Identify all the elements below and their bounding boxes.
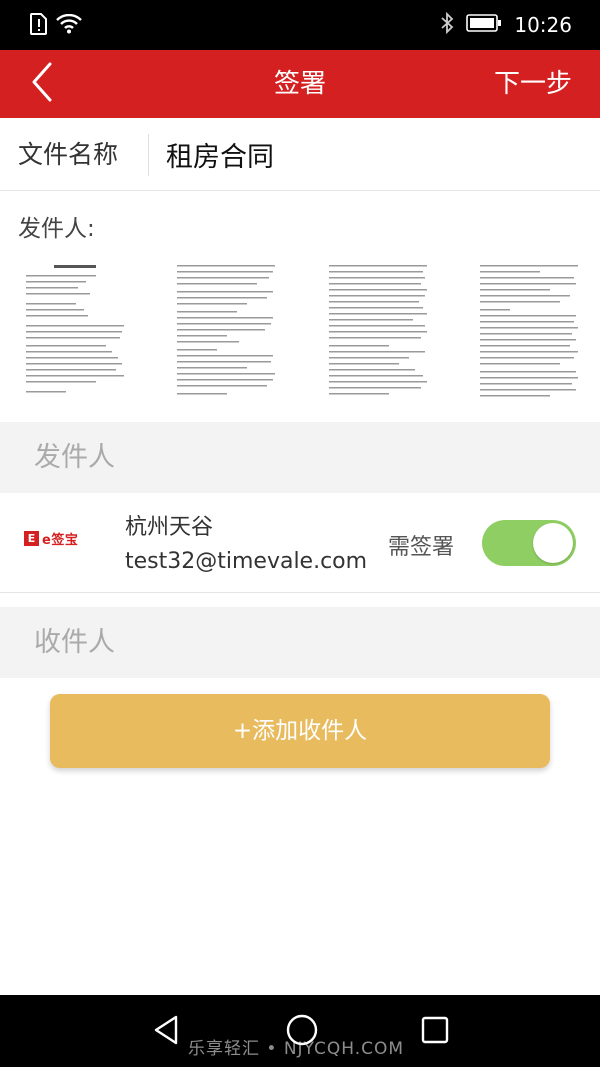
file-name-input[interactable] — [166, 132, 576, 176]
sender-avatar: E e签宝 — [20, 507, 88, 575]
document-preview-section: 发件人: — [0, 191, 600, 422]
sign-required-label: 需签署 — [388, 535, 455, 560]
watermark-text: 乐享轻汇 • NJYCQH.COM — [188, 1039, 405, 1059]
system-nav-bar: 乐享轻汇 • NJYCQH.COM — [0, 995, 600, 1067]
page-thumbnail-2[interactable] — [173, 261, 280, 401]
logo-text: e签宝 — [42, 533, 79, 548]
file-name-label: 文件名称 — [18, 140, 119, 169]
status-time: 10:26 — [514, 13, 572, 37]
sender-section-title: 发件人 — [34, 442, 115, 473]
back-triangle-icon — [150, 1015, 184, 1051]
status-right-icons: 10:26 — [440, 11, 572, 38]
wifi-icon — [56, 13, 82, 38]
bluetooth-icon — [440, 11, 454, 38]
sender-email: test32@timevale.com — [125, 549, 368, 574]
chevron-left-icon — [30, 62, 54, 106]
status-bar: 10:26 — [0, 0, 600, 50]
status-left-icons — [30, 13, 82, 39]
sender-name: 杭州天谷 — [125, 515, 214, 540]
sender-row: E e签宝 杭州天谷 test32@timevale.com 需签署 — [0, 493, 600, 593]
sim-alert-icon — [30, 13, 48, 39]
nav-back-button[interactable] — [150, 1013, 184, 1047]
file-name-divider — [148, 134, 149, 176]
sender-section-header: 发件人 — [0, 422, 600, 493]
file-name-row: 文件名称 — [0, 118, 600, 191]
battery-icon — [466, 14, 502, 36]
sign-required-toggle[interactable] — [482, 520, 576, 566]
add-receiver-button[interactable]: +添加收件人 — [50, 694, 550, 768]
nav-recent-button[interactable] — [420, 1015, 450, 1045]
toggle-knob — [533, 523, 573, 563]
recent-square-icon — [420, 1016, 450, 1049]
receiver-section-title: 收件人 — [34, 627, 115, 658]
app-header: 签署 下一步 — [0, 50, 600, 118]
esign-logo: E e签宝 — [24, 529, 78, 548]
page-thumbnail-4[interactable] — [475, 261, 582, 401]
back-button[interactable] — [20, 62, 64, 106]
page-thumbnails — [22, 261, 582, 401]
page-thumbnail-1[interactable] — [22, 261, 128, 401]
receiver-section-header: 收件人 — [0, 607, 600, 678]
next-step-button[interactable]: 下一步 — [494, 50, 572, 118]
page-thumbnail-3[interactable] — [324, 261, 431, 401]
logo-mark: E — [24, 531, 39, 546]
document-sender-label: 发件人: — [18, 216, 95, 242]
